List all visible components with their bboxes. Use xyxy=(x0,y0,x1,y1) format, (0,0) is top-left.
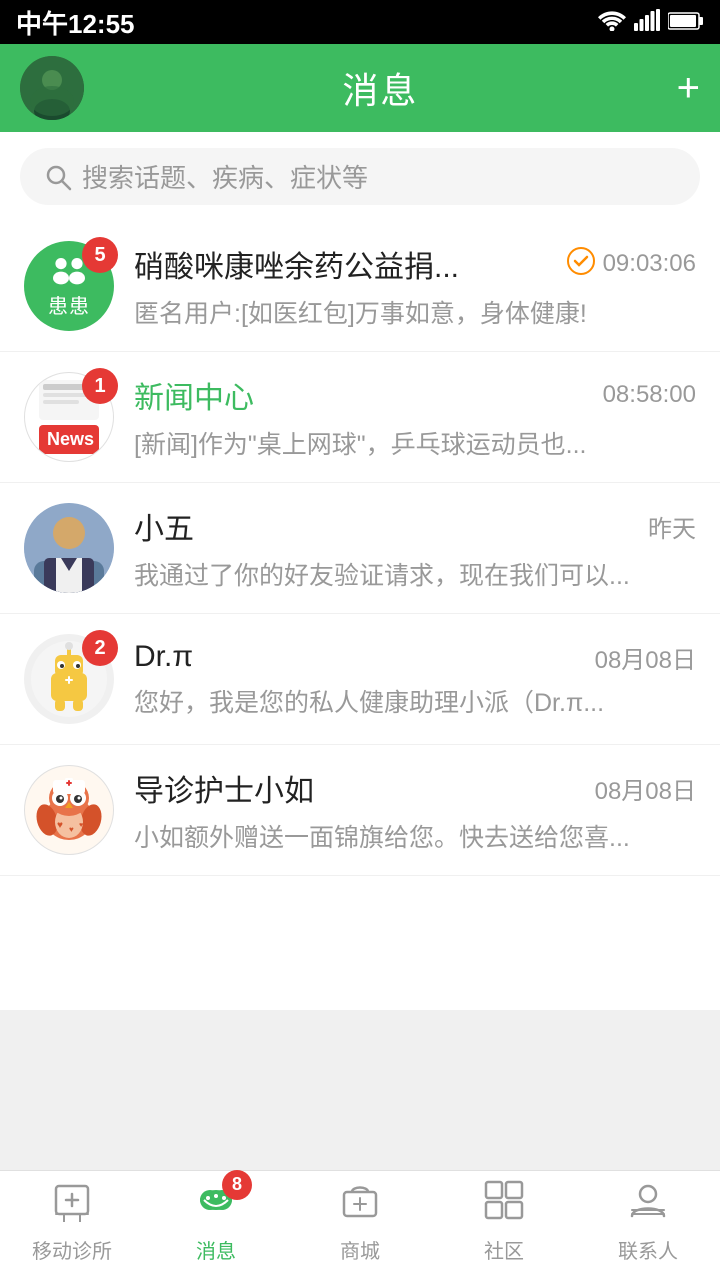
message-time-nurse: 08月08日 xyxy=(595,771,696,806)
message-time-news: 08:58:00 xyxy=(603,381,696,409)
shop-icon xyxy=(338,1178,382,1231)
status-icons xyxy=(598,7,704,38)
message-badge-news: 1 xyxy=(82,368,118,404)
message-header-drpi: Dr.π 08月08日 xyxy=(134,640,696,675)
message-content-news: 新闻中心 08:58:00 [新闻]作为"桌上网球"，乒乓球运动员也... xyxy=(134,373,696,461)
message-preview-huanhuan: 匿名用户:[如医红包]万事如意，身体健康! xyxy=(134,294,696,330)
message-time-area-huanhuan: 09:03:06 xyxy=(567,247,696,282)
nav-label-shop: 商城 xyxy=(340,1235,380,1264)
message-badge-drpi: 2 xyxy=(82,630,118,666)
bottom-nav: 移动诊所 8 消息 商城 xyxy=(0,1170,720,1280)
message-header-nurse: 导诊护士小如 08月08日 xyxy=(134,766,696,810)
message-preview-news: [新闻]作为"桌上网球"，乒乓球运动员也... xyxy=(134,425,696,461)
search-input-container[interactable]: 搜索话题、疾病、症状等 xyxy=(20,148,700,205)
search-bar: 搜索话题、疾病、症状等 xyxy=(0,132,720,221)
nav-label-mobile-clinic: 移动诊所 xyxy=(32,1235,112,1264)
header: 消息 + xyxy=(0,44,720,132)
messages-icon: 8 xyxy=(194,1178,238,1231)
svg-text:♥: ♥ xyxy=(79,822,83,829)
sender-name-news: 新闻中心 xyxy=(134,373,254,417)
avatar-container: 患患 5 xyxy=(24,241,114,331)
status-bar: 中午12:55 xyxy=(0,0,720,44)
avatar-container-drpi: 2 xyxy=(24,634,114,724)
sender-name-huanhuan: 硝酸咪康唑余药公益捐... xyxy=(134,242,459,286)
message-item-huanhuan[interactable]: 患患 5 硝酸咪康唑余药公益捐... 09:03:06 匿名用户:[如医红包]万… xyxy=(0,221,720,352)
nav-label-contacts: 联系人 xyxy=(618,1235,678,1264)
message-list: 患患 5 硝酸咪康唑余药公益捐... 09:03:06 匿名用户:[如医红包]万… xyxy=(0,221,720,1010)
message-item-nurse[interactable]: ♥ ♥ ♥ 导诊护士小如 08月08日 小如额外赠送一面锦旗给您。快去送给您喜.… xyxy=(0,745,720,876)
message-item-news[interactable]: News 1 新闻中心 08:58:00 [新闻]作为"桌上网球"，乒乓球运动员… xyxy=(0,352,720,483)
wifi-icon xyxy=(598,7,626,38)
community-icon xyxy=(482,1178,526,1231)
message-content-huanhuan: 硝酸咪康唑余药公益捐... 09:03:06 匿名用户:[如医红包]万事如意，身… xyxy=(134,242,696,330)
signal-icon xyxy=(634,7,660,38)
search-placeholder: 搜索话题、疾病、症状等 xyxy=(82,158,368,195)
news-label: News xyxy=(39,425,99,454)
message-content-nurse: 导诊护士小如 08月08日 小如额外赠送一面锦旗给您。快去送给您喜... xyxy=(134,766,696,854)
nav-label-messages: 消息 xyxy=(196,1235,236,1264)
sender-name-xiaowu: 小五 xyxy=(134,504,194,548)
mobile-clinic-icon xyxy=(50,1178,94,1231)
avatar-nurse: ♥ ♥ ♥ xyxy=(24,765,114,855)
avatar-image xyxy=(20,56,84,120)
contacts-icon xyxy=(626,1178,670,1231)
gray-area xyxy=(0,1010,720,1170)
status-time: 中午12:55 xyxy=(16,4,135,41)
avatar-xiaowu xyxy=(24,503,114,593)
avatar-container-nurse: ♥ ♥ ♥ xyxy=(24,765,114,855)
header-title: 消息 xyxy=(342,62,418,114)
avatar-container-xiaowu xyxy=(24,503,114,593)
message-content-drpi: Dr.π 08月08日 您好，我是您的私人健康助理小派（Dr.π... xyxy=(134,640,696,719)
message-header-xiaowu: 小五 昨天 xyxy=(134,504,696,548)
message-badge-huanhuan: 5 xyxy=(82,237,118,273)
svg-text:♥: ♥ xyxy=(57,820,63,831)
message-time-drpi: 08月08日 xyxy=(595,640,696,675)
avatar-container-news: News 1 xyxy=(24,372,114,462)
huanhuan-label: 患患 xyxy=(48,290,90,319)
svg-text:♥: ♥ xyxy=(69,825,74,834)
messages-nav-badge: 8 xyxy=(222,1170,252,1200)
message-preview-drpi: 您好，我是您的私人健康助理小派（Dr.π... xyxy=(134,683,696,719)
nav-label-community: 社区 xyxy=(484,1235,524,1264)
nav-item-shop[interactable]: 商城 xyxy=(288,1178,432,1264)
message-time-huanhuan: 09:03:06 xyxy=(603,250,696,278)
message-header-news: 新闻中心 08:58:00 xyxy=(134,373,696,417)
nav-item-mobile-clinic[interactable]: 移动诊所 xyxy=(0,1178,144,1264)
battery-icon xyxy=(668,7,704,38)
message-item-xiaowu[interactable]: 小五 昨天 我通过了你的好友验证请求，现在我们可以... xyxy=(0,483,720,614)
check-icon xyxy=(567,247,595,282)
nav-item-messages[interactable]: 8 消息 xyxy=(144,1178,288,1264)
user-avatar[interactable] xyxy=(20,56,84,120)
message-header-huanhuan: 硝酸咪康唑余药公益捐... 09:03:06 xyxy=(134,242,696,286)
message-preview-xiaowu: 我通过了你的好友验证请求，现在我们可以... xyxy=(134,556,696,592)
nav-item-contacts[interactable]: 联系人 xyxy=(576,1178,720,1264)
nav-item-community[interactable]: 社区 xyxy=(432,1178,576,1264)
message-content-xiaowu: 小五 昨天 我通过了你的好友验证请求，现在我们可以... xyxy=(134,504,696,592)
search-icon xyxy=(44,163,72,191)
sender-name-nurse: 导诊护士小如 xyxy=(134,766,314,810)
message-item-drpi[interactable]: 2 Dr.π 08月08日 您好，我是您的私人健康助理小派（Dr.π... xyxy=(0,614,720,745)
message-preview-nurse: 小如额外赠送一面锦旗给您。快去送给您喜... xyxy=(134,818,696,854)
sender-name-drpi: Dr.π xyxy=(134,640,193,674)
message-time-xiaowu: 昨天 xyxy=(648,509,696,544)
add-button[interactable]: + xyxy=(677,68,700,108)
